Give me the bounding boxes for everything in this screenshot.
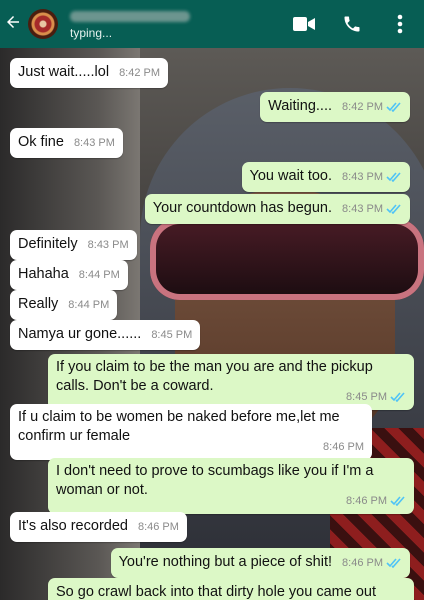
arrow-left-icon[interactable] [4, 13, 26, 35]
message-time: 8:42 PM [119, 67, 161, 79]
message-text: Namya ur gone...... [18, 326, 142, 342]
message-time: 8:46 PM [342, 557, 383, 569]
message-text: Waiting.... [268, 98, 333, 114]
message-outgoing[interactable]: You're nothing but a piece of shit! 8:46 … [110, 548, 410, 578]
message-incoming[interactable]: Really 8:44 PM [10, 290, 118, 320]
message-time: 8:42 PM [342, 101, 383, 113]
read-ticks-icon [386, 557, 402, 568]
read-ticks-icon [390, 495, 406, 506]
message-incoming[interactable]: Hahaha 8:44 PM [10, 260, 128, 290]
message-incoming[interactable]: Namya ur gone...... 8:45 PM [10, 320, 201, 350]
contact-avatar[interactable] [28, 9, 58, 39]
more-vertical-icon[interactable] [376, 0, 424, 48]
message-time: 8:43 PM [73, 137, 115, 149]
message-text: You wait too. [249, 168, 333, 184]
message-outgoing[interactable]: I don't need to prove to scumbags like y… [48, 458, 414, 514]
chat-header: typing... [0, 0, 424, 48]
message-outgoing[interactable]: So go crawl back into that dirty hole yo… [48, 578, 414, 600]
message-text: Definitely [18, 236, 78, 252]
contact-name-blurred [70, 10, 190, 22]
message-time: 8:46 PM [346, 492, 406, 511]
message-text: Just wait.....lol [18, 64, 110, 80]
message-text: Hahaha [18, 266, 69, 282]
message-incoming[interactable]: Ok fine 8:43 PM [10, 128, 123, 158]
read-ticks-icon [386, 203, 402, 214]
read-ticks-icon [390, 391, 406, 402]
message-text: Really [18, 296, 59, 312]
message-time: 8:45 PM [151, 329, 193, 341]
message-incoming[interactable]: If u claim to be women be naked before m… [10, 404, 372, 460]
contact-title-block[interactable]: typing... [70, 9, 190, 40]
message-text: Ok fine [18, 134, 64, 150]
message-time: 8:44 PM [78, 269, 120, 281]
message-time: 8:43 PM [342, 203, 383, 215]
message-time: 8:44 PM [68, 299, 110, 311]
header-actions [280, 0, 424, 48]
message-incoming[interactable]: Definitely 8:43 PM [10, 230, 137, 260]
message-outgoing[interactable]: Waiting.... 8:42 PM [260, 92, 410, 122]
message-time: 8:46 PM [323, 441, 364, 453]
message-incoming[interactable]: It's also recorded 8:46 PM [10, 512, 187, 542]
message-text: Your countdown has begun. [152, 200, 333, 216]
message-outgoing[interactable]: Your countdown has begun. 8:43 PM [144, 194, 410, 224]
video-call-icon[interactable] [280, 0, 328, 48]
read-ticks-icon [386, 171, 402, 182]
message-incoming[interactable]: Just wait.....lol 8:42 PM [10, 58, 169, 88]
message-time: 8:43 PM [342, 171, 383, 183]
message-text: If u claim to be women be naked before m… [18, 409, 340, 444]
message-text: So go crawl back into that dirty hole yo… [56, 584, 376, 600]
contact-status: typing... [70, 25, 113, 40]
read-ticks-icon [386, 101, 402, 112]
message-time: 8:46 PM [137, 521, 179, 533]
message-text: It's also recorded [18, 518, 128, 534]
message-list[interactable]: Just wait.....lol 8:42 PM Waiting.... 8:42… [0, 48, 424, 600]
message-outgoing[interactable]: You wait too. 8:43 PM [241, 162, 410, 192]
message-outgoing[interactable]: If you claim to be the man you are and t… [48, 354, 414, 410]
phone-icon[interactable] [328, 0, 376, 48]
message-text: You're nothing but a piece of shit! [118, 554, 333, 570]
message-time: 8:43 PM [87, 239, 129, 251]
